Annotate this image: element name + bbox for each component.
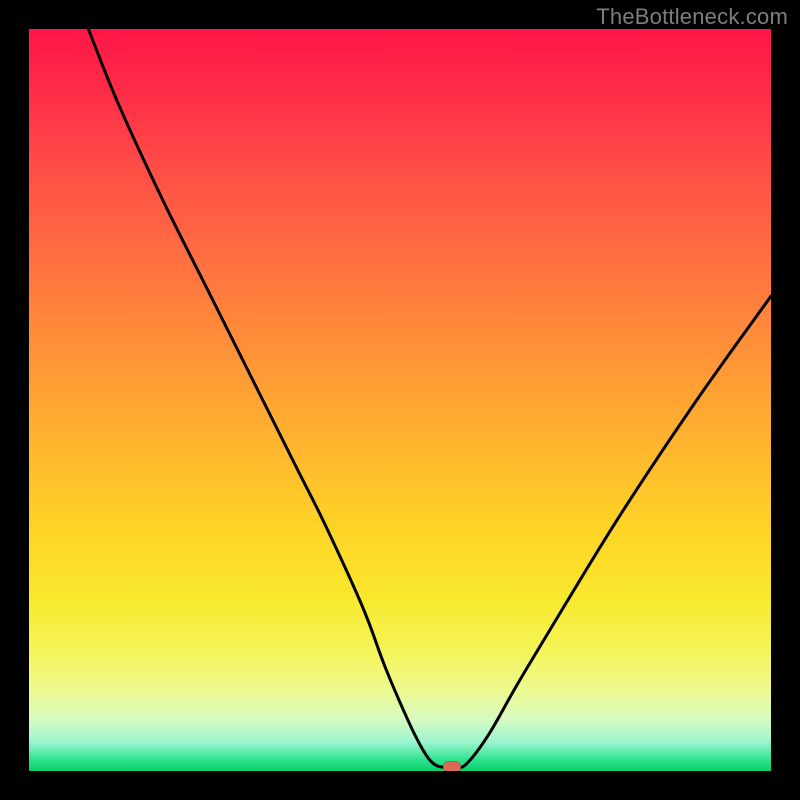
watermark-text: TheBottleneck.com	[596, 4, 788, 30]
plot-area	[29, 29, 771, 771]
optimum-marker	[443, 761, 461, 771]
chart-frame: TheBottleneck.com	[0, 0, 800, 800]
bottleneck-curve	[29, 29, 771, 771]
